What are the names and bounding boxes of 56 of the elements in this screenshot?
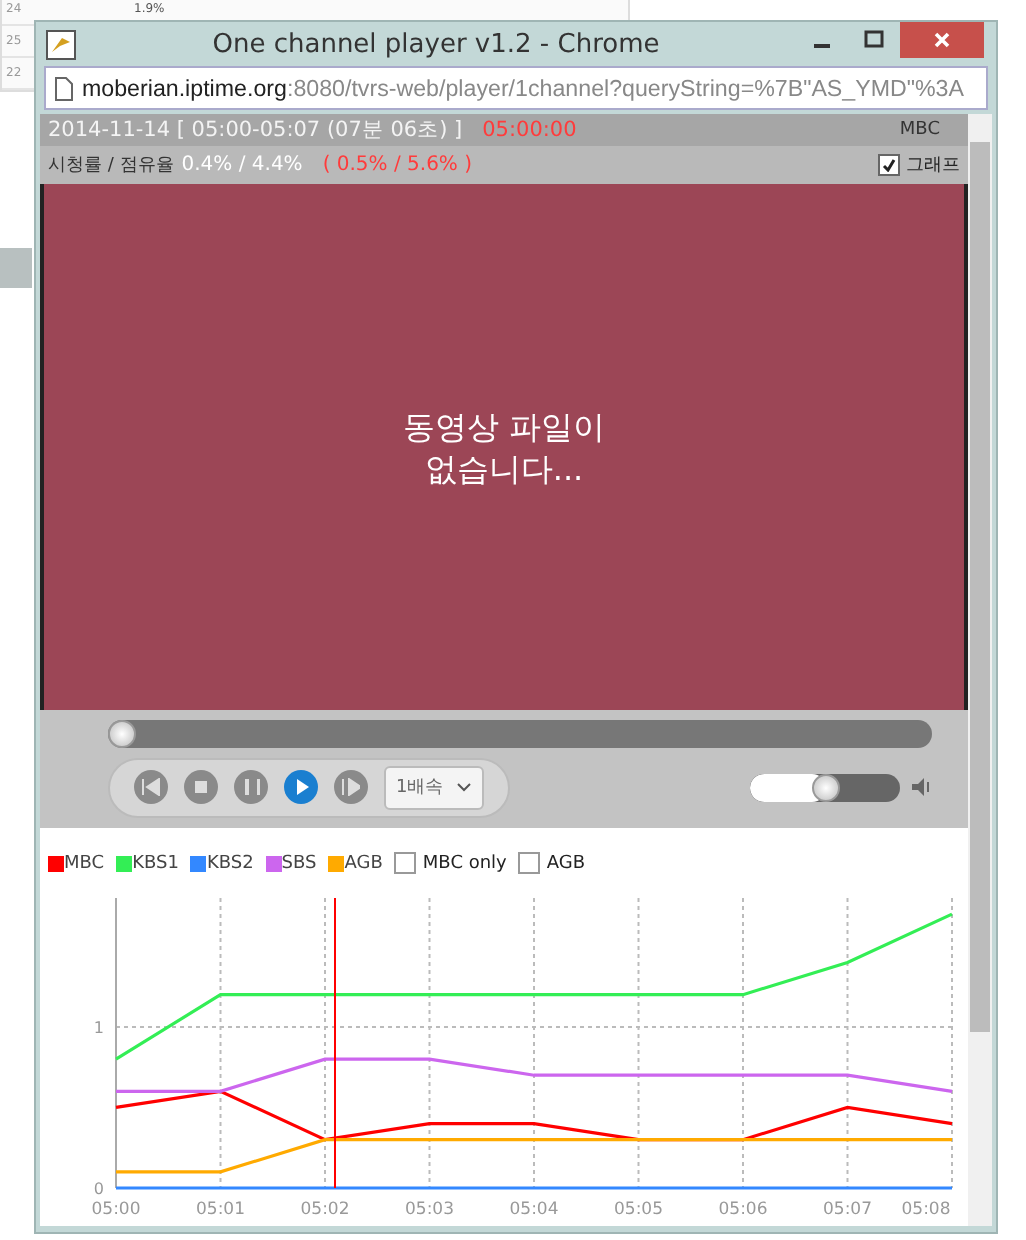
- legend-item: SBS: [265, 853, 317, 874]
- date-range: 2014-11-14 [ 05:00-05:07 (07분 06초) ]: [48, 115, 463, 144]
- check-icon: [882, 158, 896, 173]
- first-button[interactable]: [134, 770, 168, 805]
- x-tick-label: 05:03: [405, 1200, 454, 1219]
- play-icon: [292, 778, 310, 797]
- seek-thumb[interactable]: [108, 719, 136, 748]
- legend-item: MBC: [48, 853, 105, 874]
- current-time: 05:00:00: [482, 117, 577, 142]
- x-tick-label: 05:01: [196, 1200, 245, 1219]
- legend-item: KBS2: [190, 853, 254, 874]
- speed-select[interactable]: 1배속: [384, 765, 484, 810]
- graph-checkbox[interactable]: [878, 154, 900, 177]
- x-tick-label: 05:02: [300, 1200, 350, 1219]
- prev-button[interactable]: [234, 770, 268, 805]
- skip-back-icon: [142, 778, 160, 797]
- speaker-icon: [912, 778, 932, 797]
- rating-label: 시청률 / 점유율: [48, 154, 174, 179]
- option-checkbox[interactable]: [518, 852, 541, 875]
- stop-button[interactable]: [184, 770, 218, 805]
- volume-slider[interactable]: [750, 773, 900, 802]
- minimize-icon: [814, 44, 830, 48]
- rating-compare: ( 0.5% / 5.6% ): [322, 154, 473, 177]
- x-tick-label: 05:07: [823, 1200, 872, 1219]
- close-icon: [932, 30, 952, 50]
- scroll-thumb[interactable]: [970, 142, 990, 1032]
- y-tick-label: 0: [93, 1180, 104, 1199]
- play-button[interactable]: [284, 770, 318, 805]
- legend-item: KBS1: [116, 853, 179, 874]
- scrollbar[interactable]: [968, 114, 992, 1226]
- step-forward-icon: [342, 778, 360, 797]
- x-tick-label: 05:00: [91, 1200, 141, 1219]
- x-tick-label: 05:05: [614, 1200, 663, 1219]
- x-tick-label: 05:04: [509, 1200, 559, 1219]
- close-button[interactable]: [900, 22, 984, 58]
- window-title: One channel player v1.2 - Chrome: [210, 29, 662, 59]
- seek-bar[interactable]: [108, 719, 932, 748]
- stop-icon: [192, 778, 210, 797]
- rating-values: 0.4% / 4.4%: [181, 154, 303, 177]
- chevron-down-icon: [456, 782, 472, 793]
- pause-icon: [242, 778, 260, 797]
- legend-item: AGB: [328, 853, 383, 874]
- address-bar[interactable]: moberian.iptime.org:8080/tvrs-web/player/1channel?queryString=%7B"AS_YMD"%3A: [44, 66, 988, 110]
- x-tick-label: 05:08: [901, 1200, 951, 1219]
- no-video-message: 동영상 파일이 없습니다...: [402, 405, 606, 490]
- channel-label: MBC: [899, 119, 940, 140]
- page-icon: [54, 75, 74, 101]
- option-label: AGB: [546, 853, 586, 874]
- y-tick-label: 1: [93, 1018, 104, 1037]
- option-label: MBC only: [422, 853, 507, 874]
- option-checkbox[interactable]: [394, 852, 417, 875]
- x-tick-label: 05:06: [718, 1200, 768, 1219]
- maximize-icon: [864, 30, 884, 50]
- app-icon: [46, 29, 76, 59]
- graph-label: 그래프: [906, 154, 960, 179]
- next-button[interactable]: [334, 770, 368, 805]
